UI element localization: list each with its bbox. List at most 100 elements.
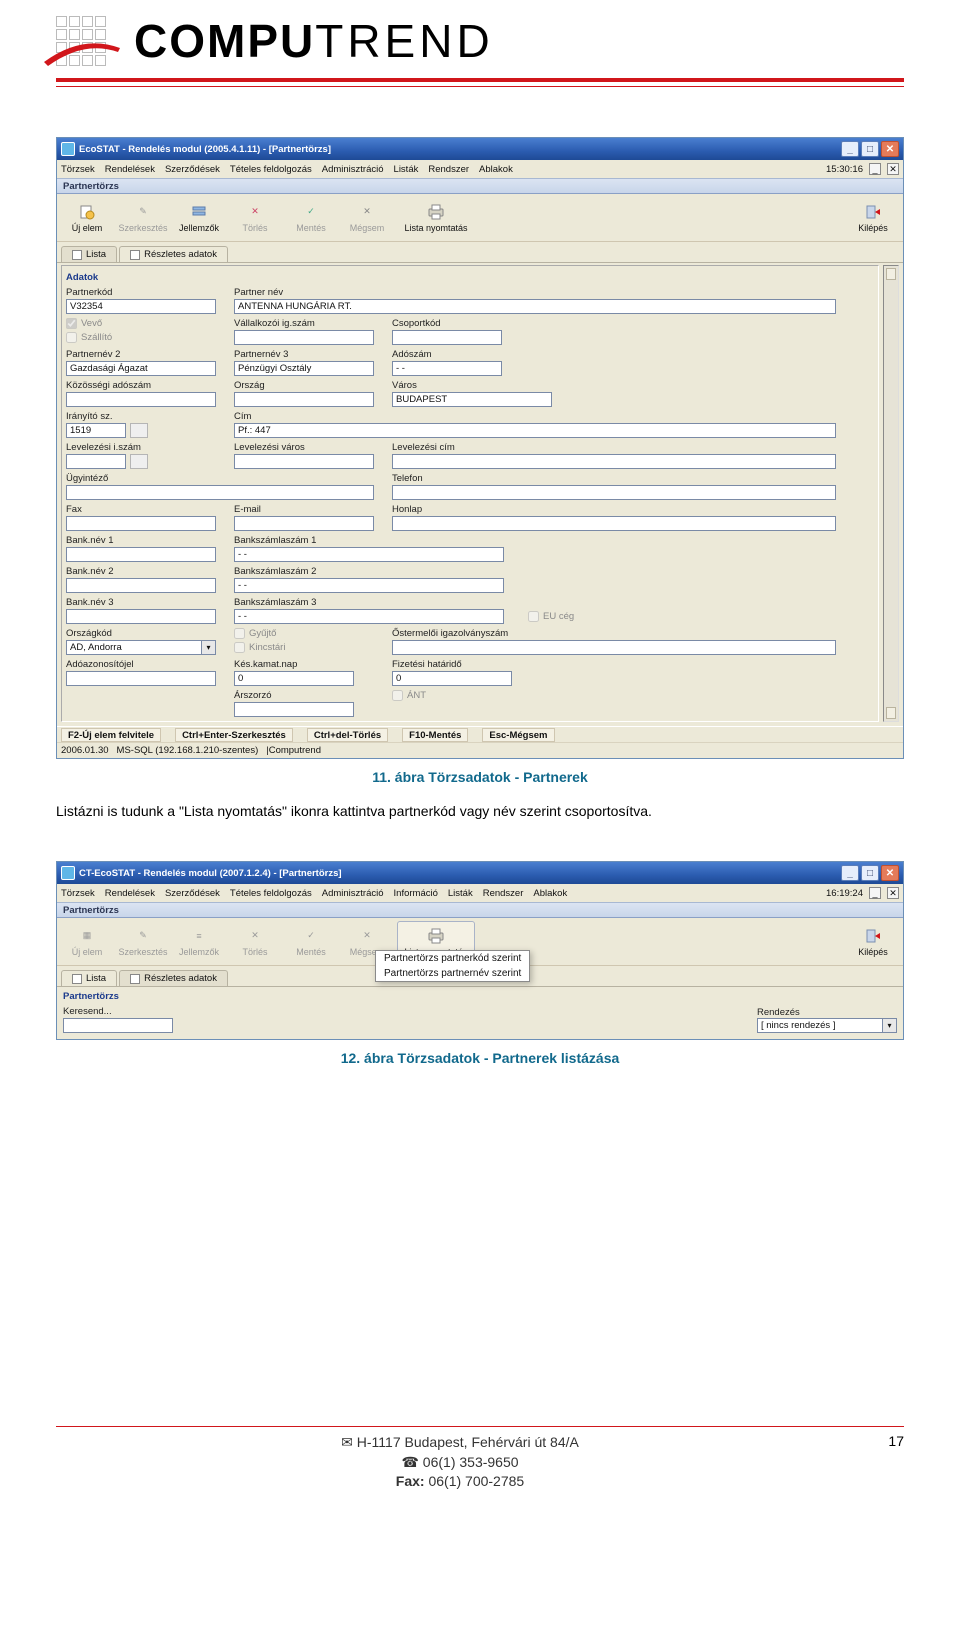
menu-ablakok[interactable]: Ablakok <box>479 164 513 175</box>
input-cim[interactable]: Pf.: 447 <box>234 423 836 438</box>
tab-reszletes[interactable]: Részletes adatok <box>119 970 228 986</box>
input-lev-iszam-ext[interactable] <box>130 454 148 469</box>
menu-listak[interactable]: Listák <box>448 888 473 899</box>
tb-jellemzok-button[interactable]: Jellemzők <box>173 197 225 239</box>
menu-item-partnerkod-szerint[interactable]: Partnertörzs partnerkód szerint <box>376 951 529 966</box>
input-arszorzo[interactable] <box>234 702 354 717</box>
input-partnernev3[interactable]: Pénzügyi Osztály <box>234 361 374 376</box>
menu-listak[interactable]: Listák <box>394 164 419 175</box>
input-csoportkod[interactable] <box>392 330 502 345</box>
chevron-down-icon[interactable]: ▾ <box>883 1018 897 1033</box>
menu-teteles[interactable]: Tételes feldolgozás <box>230 164 312 175</box>
input-email[interactable] <box>234 516 374 531</box>
checkbox-kincstari[interactable]: Kincstári <box>234 640 374 655</box>
label-banknev2: Bank.név 2 <box>66 566 216 577</box>
input-partnernev2[interactable]: Gazdasági Ágazat <box>66 361 216 376</box>
input-iranyito[interactable]: 1519 <box>66 423 126 438</box>
tb-szerkesztes-button[interactable]: ✎ Szerkesztés <box>117 197 169 239</box>
tab-lista[interactable]: Lista <box>61 970 117 986</box>
tb-mentes-button[interactable]: ✓ Mentés <box>285 197 337 239</box>
tab-label: Lista <box>86 249 106 260</box>
maximize-button[interactable]: □ <box>861 865 879 881</box>
menu-admin[interactable]: Adminisztráció <box>322 164 384 175</box>
menu-rendelesek[interactable]: Rendelések <box>105 888 155 899</box>
input-ugyintezo[interactable] <box>66 485 374 500</box>
checkbox-szallito[interactable]: Szállító <box>66 330 216 345</box>
tb-kilepes-button[interactable]: Kilépés <box>847 921 899 963</box>
tb-jellemzok-button[interactable]: ≡ Jellemzők <box>173 921 225 963</box>
maximize-button[interactable]: □ <box>861 141 879 157</box>
lista-nyomtatas-menu[interactable]: Partnertörzs partnerkód szerint Partnert… <box>375 950 530 982</box>
input-ostermelo[interactable] <box>392 640 836 655</box>
input-telefon[interactable] <box>392 485 836 500</box>
chevron-down-icon[interactable]: ▾ <box>202 640 216 655</box>
input-fax[interactable] <box>66 516 216 531</box>
menu-szerzodesek[interactable]: Szerződések <box>165 164 220 175</box>
input-partnernev[interactable]: ANTENNA HUNGÁRIA RT. <box>234 299 836 314</box>
checkbox-vevo[interactable]: Vevő <box>66 318 216 329</box>
tab-reszletes[interactable]: Részletes adatok <box>119 246 228 262</box>
menu-rendszer[interactable]: Rendszer <box>428 164 469 175</box>
label-cim: Cím <box>234 411 836 422</box>
input-orszag[interactable] <box>234 392 374 407</box>
input-bankszla3[interactable]: - - <box>234 609 504 624</box>
input-bankszla2[interactable]: - - <box>234 578 504 593</box>
tb-megsem-button[interactable]: ✕ Mégsem <box>341 197 393 239</box>
tb-mentes-button[interactable]: ✓ Mentés <box>285 921 337 963</box>
mdi-minimize-button[interactable]: _ <box>869 163 881 175</box>
tb-ujelem-button[interactable]: Új elem <box>61 197 113 239</box>
new-icon <box>78 203 96 221</box>
mdi-close-button[interactable]: ✕ <box>887 887 899 899</box>
input-banknev1[interactable] <box>66 547 216 562</box>
input-adoszam[interactable]: - - <box>392 361 502 376</box>
combo-orszagkod[interactable]: AD, Andorra ▾ <box>66 640 216 655</box>
input-lev-iszam[interactable] <box>66 454 126 469</box>
minimize-button[interactable]: _ <box>841 865 859 881</box>
vertical-scrollbar[interactable] <box>883 265 899 722</box>
tb-torles-button[interactable]: ✕ Törlés <box>229 197 281 239</box>
menu-szerzodesek[interactable]: Szerződések <box>165 888 220 899</box>
menu-ablakok[interactable]: Ablakok <box>533 888 567 899</box>
menu-admin[interactable]: Adminisztráció <box>322 888 384 899</box>
input-vall-ig[interactable] <box>234 330 374 345</box>
checkbox-gyujto[interactable]: Gyűjtő <box>234 628 374 639</box>
close-button[interactable]: ✕ <box>881 141 899 157</box>
menu-rendelesek[interactable]: Rendelések <box>105 164 155 175</box>
checkbox-eu[interactable]: EU cég <box>528 609 574 624</box>
input-adoazon[interactable] <box>66 671 216 686</box>
input-lev-cim[interactable] <box>392 454 836 469</box>
input-varos[interactable]: BUDAPEST <box>392 392 552 407</box>
menu-item-partnernev-szerint[interactable]: Partnertörzs partnernév szerint <box>376 966 529 981</box>
menu-info[interactable]: Információ <box>394 888 438 899</box>
tb-szerkesztes-button[interactable]: ✎ Szerkesztés <box>117 921 169 963</box>
mdi-close-button[interactable]: ✕ <box>887 163 899 175</box>
tb-ujelem-button[interactable]: ▦ Új elem <box>61 921 113 963</box>
tb-kilepes-button[interactable]: Kilépés <box>847 197 899 239</box>
input-fizhat[interactable]: 0 <box>392 671 512 686</box>
input-kesnap[interactable]: 0 <box>234 671 354 686</box>
input-bankszla1[interactable]: - - <box>234 547 504 562</box>
checkbox-ant[interactable]: ÁNT <box>392 690 836 701</box>
menu-teteles[interactable]: Tételes feldolgozás <box>230 888 312 899</box>
tb-lista-nyomtatas-button[interactable]: Lista nyomtatás <box>397 197 475 239</box>
mdi-minimize-button[interactable]: _ <box>869 887 881 899</box>
tb-label: Törlés <box>242 223 267 233</box>
label-partnernev2: Partnernév 2 <box>66 349 216 360</box>
tab-lista[interactable]: Lista <box>61 246 117 262</box>
input-lev-varos[interactable] <box>234 454 374 469</box>
menu-torzsek[interactable]: Törzsek <box>61 888 95 899</box>
input-honlap[interactable] <box>392 516 836 531</box>
combo-rendezes[interactable]: [ nincs rendezés ] ▾ <box>757 1018 897 1033</box>
input-keresendo[interactable] <box>63 1018 173 1033</box>
menu-torzsek[interactable]: Törzsek <box>61 164 95 175</box>
tb-torles-button[interactable]: ✕ Törlés <box>229 921 281 963</box>
input-iranyito-ext[interactable] <box>130 423 148 438</box>
window-titlebar: CT-EcoSTAT - Rendelés modul (2007.1.2.4)… <box>57 862 903 884</box>
input-banknev3[interactable] <box>66 609 216 624</box>
close-button[interactable]: ✕ <box>881 865 899 881</box>
input-banknev2[interactable] <box>66 578 216 593</box>
input-koz-adoszam[interactable] <box>66 392 216 407</box>
minimize-button[interactable]: _ <box>841 141 859 157</box>
menu-rendszer[interactable]: Rendszer <box>483 888 524 899</box>
input-partnerkod[interactable]: V32354 <box>66 299 216 314</box>
